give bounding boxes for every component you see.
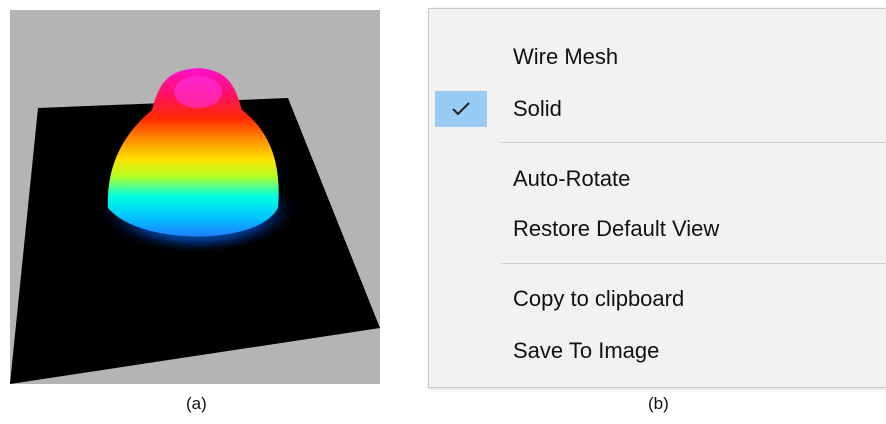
menu-item-label: Solid [513, 96, 562, 121]
menu-item-label: Restore Default View [513, 216, 720, 241]
context-menu: Wire Mesh Solid Auto-Rotate Restore Defa… [428, 8, 886, 388]
menu-item-wire-mesh[interactable]: Wire Mesh [429, 37, 886, 77]
menu-item-label: Auto-Rotate [513, 166, 631, 191]
beam-peak [174, 76, 222, 108]
menu-separator [501, 142, 886, 143]
menu-item-restore-default-view[interactable]: Restore Default View [429, 209, 886, 249]
menu-item-solid[interactable]: Solid [429, 89, 886, 129]
caption-b: (b) [648, 394, 669, 413]
menu-separator [501, 263, 886, 264]
menu-item-label: Save To Image [513, 338, 660, 363]
caption-a: (a) [186, 394, 207, 413]
menu-item-auto-rotate[interactable]: Auto-Rotate [429, 159, 886, 199]
menu-item-label: Wire Mesh [513, 44, 619, 69]
menu-item-label: Copy to clipboard [513, 286, 685, 311]
checkmark-icon [435, 91, 487, 127]
menu-item-save-to-image[interactable]: Save To Image [429, 331, 886, 371]
beam-3d-view[interactable] [10, 10, 380, 384]
menu-item-copy-to-clipboard[interactable]: Copy to clipboard [429, 279, 886, 319]
beam-surface-plot [10, 68, 380, 384]
